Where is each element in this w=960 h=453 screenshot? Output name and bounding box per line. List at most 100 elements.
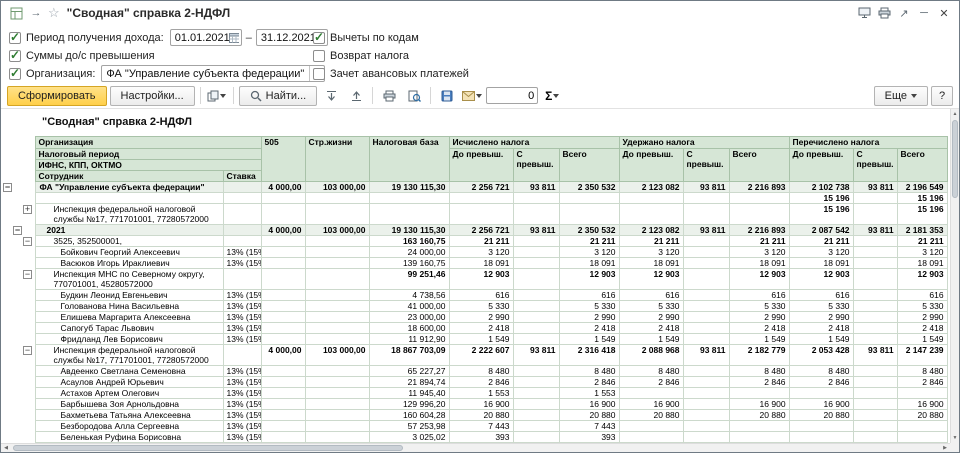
- value-cell[interactable]: 93 811: [853, 182, 897, 193]
- value-cell[interactable]: [853, 301, 897, 312]
- value-cell[interactable]: 20 880: [619, 410, 683, 421]
- tax-refund-label[interactable]: Возврат налога: [330, 50, 409, 62]
- value-cell[interactable]: [369, 204, 449, 225]
- value-cell[interactable]: [513, 236, 559, 247]
- value-cell[interactable]: [729, 432, 789, 443]
- value-cell[interactable]: [853, 388, 897, 399]
- vertical-scroll-thumb[interactable]: [952, 120, 958, 198]
- collapse-icon[interactable]: −: [23, 346, 32, 355]
- value-cell[interactable]: 21 894,74: [369, 377, 449, 388]
- value-cell[interactable]: 93 811: [683, 345, 729, 366]
- value-cell[interactable]: [683, 269, 729, 290]
- rate-cell[interactable]: [223, 236, 261, 247]
- value-cell[interactable]: [853, 193, 897, 204]
- value-cell[interactable]: [261, 410, 305, 421]
- value-cell[interactable]: 2 990: [619, 312, 683, 323]
- value-cell[interactable]: 20 880: [897, 410, 947, 421]
- value-cell[interactable]: [449, 204, 513, 225]
- row-name-cell[interactable]: Инспекция федеральной налоговой службы №…: [35, 345, 223, 366]
- value-cell[interactable]: [261, 236, 305, 247]
- value-cell[interactable]: [683, 258, 729, 269]
- value-cell[interactable]: [683, 366, 729, 377]
- value-cell[interactable]: [683, 204, 729, 225]
- value-cell[interactable]: 616: [449, 290, 513, 301]
- value-cell[interactable]: [619, 204, 683, 225]
- more-button[interactable]: Еще: [874, 86, 928, 106]
- collapse-icon[interactable]: −: [23, 237, 32, 246]
- value-cell[interactable]: [305, 377, 369, 388]
- value-cell[interactable]: [261, 366, 305, 377]
- value-cell[interactable]: [513, 377, 559, 388]
- row-name-cell[interactable]: Васюков Игорь Ираклиевич: [35, 258, 223, 269]
- value-cell[interactable]: 2 181 353: [897, 225, 947, 236]
- value-cell[interactable]: 15 196: [789, 193, 853, 204]
- value-cell[interactable]: 2 350 532: [559, 182, 619, 193]
- open-link-icon[interactable]: ↗: [894, 4, 914, 22]
- row-name-cell[interactable]: Асаулов Андрей Юрьевич: [35, 377, 223, 388]
- value-cell[interactable]: [513, 204, 559, 225]
- header-calc-with-excess[interactable]: С превыш.: [513, 149, 559, 182]
- value-cell[interactable]: 93 811: [683, 225, 729, 236]
- rate-cell[interactable]: [223, 193, 261, 204]
- value-cell[interactable]: [897, 432, 947, 443]
- value-cell[interactable]: 103 000,00: [305, 182, 369, 193]
- value-cell[interactable]: [853, 432, 897, 443]
- header-organization[interactable]: Организация: [35, 137, 261, 149]
- value-cell[interactable]: 16 900: [729, 399, 789, 410]
- rate-cell[interactable]: 13% (15%): [223, 258, 261, 269]
- value-cell[interactable]: [513, 334, 559, 345]
- value-cell[interactable]: [261, 290, 305, 301]
- value-cell[interactable]: [261, 258, 305, 269]
- collapse-icon[interactable]: −: [3, 183, 12, 192]
- value-cell[interactable]: 3 120: [897, 247, 947, 258]
- rate-cell[interactable]: 13% (15%): [223, 323, 261, 334]
- value-cell[interactable]: 2 990: [897, 312, 947, 323]
- value-cell[interactable]: 3 120: [619, 247, 683, 258]
- value-cell[interactable]: 18 867 703,09: [369, 345, 449, 366]
- value-cell[interactable]: 12 903: [897, 269, 947, 290]
- header-life-insurance[interactable]: Стр.жизни: [305, 137, 369, 182]
- row-name-cell[interactable]: ФА "Управление субъекта федерации": [35, 182, 223, 193]
- value-cell[interactable]: [619, 193, 683, 204]
- value-cell[interactable]: [853, 377, 897, 388]
- value-cell[interactable]: 2 123 082: [619, 225, 683, 236]
- value-cell[interactable]: 93 811: [853, 225, 897, 236]
- scroll-down-arrow[interactable]: ▼: [951, 433, 959, 443]
- print-button[interactable]: [378, 86, 400, 106]
- rate-cell[interactable]: 13% (15%): [223, 301, 261, 312]
- header-505[interactable]: 505: [261, 137, 305, 182]
- row-name-cell[interactable]: Авдеенко Светлана Семеновна: [35, 366, 223, 377]
- value-cell[interactable]: 5 330: [449, 301, 513, 312]
- value-cell[interactable]: [305, 269, 369, 290]
- value-cell[interactable]: 1 549: [559, 334, 619, 345]
- tax-refund-checkbox[interactable]: [313, 50, 325, 62]
- value-cell[interactable]: [853, 312, 897, 323]
- value-cell[interactable]: 93 811: [683, 182, 729, 193]
- value-cell[interactable]: [305, 388, 369, 399]
- value-cell[interactable]: 2 256 721: [449, 225, 513, 236]
- value-cell[interactable]: 21 211: [789, 236, 853, 247]
- value-cell[interactable]: 18 091: [619, 258, 683, 269]
- value-cell[interactable]: [683, 323, 729, 334]
- value-cell[interactable]: 616: [729, 290, 789, 301]
- value-cell[interactable]: [513, 247, 559, 258]
- value-cell[interactable]: 20 880: [729, 410, 789, 421]
- value-cell[interactable]: [305, 247, 369, 258]
- value-cell[interactable]: 4 000,00: [261, 182, 305, 193]
- value-cell[interactable]: 163 160,75: [369, 236, 449, 247]
- value-cell[interactable]: 2 182 779: [729, 345, 789, 366]
- value-cell[interactable]: [683, 410, 729, 421]
- value-cell[interactable]: [729, 388, 789, 399]
- value-cell[interactable]: 616: [619, 290, 683, 301]
- value-cell[interactable]: [261, 193, 305, 204]
- value-cell[interactable]: 2 216 893: [729, 225, 789, 236]
- vertical-scrollbar[interactable]: ▲ ▼: [950, 109, 959, 443]
- row-name-cell[interactable]: Бойкович Георгий Алексеевич: [35, 247, 223, 258]
- row-name-cell[interactable]: Голованова Нина Васильевна: [35, 301, 223, 312]
- value-cell[interactable]: 5 330: [619, 301, 683, 312]
- monitor-icon[interactable]: [854, 4, 874, 22]
- value-cell[interactable]: 1 549: [729, 334, 789, 345]
- value-cell[interactable]: [683, 247, 729, 258]
- value-cell[interactable]: 18 091: [559, 258, 619, 269]
- value-cell[interactable]: [897, 421, 947, 432]
